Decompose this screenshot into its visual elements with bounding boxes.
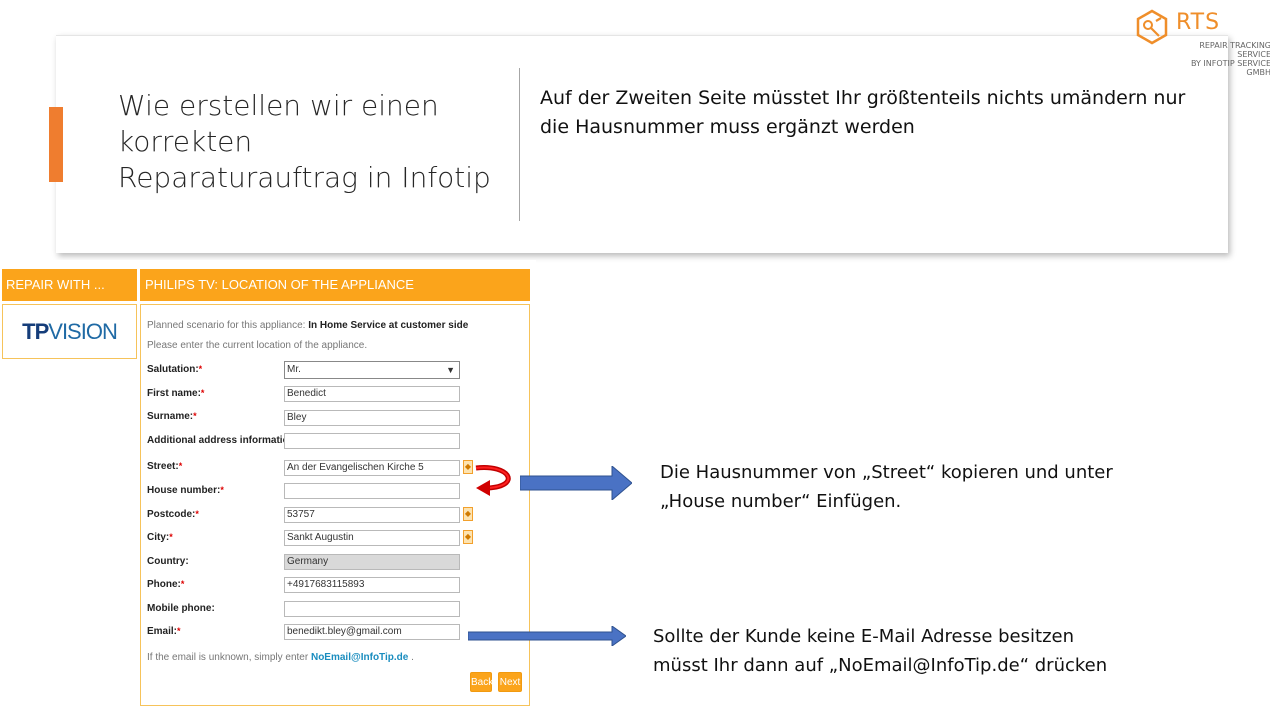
back-button[interactable]: Back <box>470 672 493 692</box>
email-label: Email:* <box>147 626 181 637</box>
surname-label: Surname:* <box>147 411 197 422</box>
title-accent-bar <box>49 107 63 182</box>
mobile-phone-label: Mobile phone: <box>147 603 215 614</box>
street-input[interactable]: An der Evangelischen Kirche 5 <box>284 460 460 476</box>
copy-city-icon[interactable]: ◆ <box>463 530 473 544</box>
annotation-line: Sollte der Kunde keine E-Mail Adresse be… <box>653 626 1074 647</box>
slide-title-line: Wie erstellen wir einen <box>118 89 439 122</box>
slide-body-line: Auf der Zweiten Seite müsstet Ihr größte… <box>540 87 1186 109</box>
house-number-label: House number:* <box>147 485 224 496</box>
slide-title: Wie erstellen wir einen korrekten Repara… <box>118 88 508 196</box>
brand-logo-box: TPVISION <box>2 304 137 359</box>
noemail-link[interactable]: NoEmail@InfoTip.de <box>311 652 408 663</box>
postcode-label: Postcode:* <box>147 509 199 520</box>
copy-postcode-icon[interactable]: ◆ <box>463 507 473 521</box>
slide-body-line: die Hausnummer muss ergänzt werden <box>540 116 915 138</box>
logo-sub-line: BY INFOTIP SERVICE GMBH <box>1190 59 1270 77</box>
additional-info-input[interactable] <box>284 433 460 449</box>
instruction-text: Please enter the current location of the… <box>147 340 368 351</box>
phone-label: Phone:* <box>147 579 185 590</box>
rts-logo-text: RTS <box>1176 10 1221 35</box>
scenario-value: In Home Service at customer side <box>308 320 469 331</box>
email-input[interactable]: benedikt.bley@gmail.com <box>284 624 460 640</box>
logo-sub-line: REPAIR TRACKING SERVICE <box>1199 41 1270 59</box>
house-number-annotation: Die Hausnummer von „Street“ kopieren und… <box>660 458 1113 516</box>
house-number-arrow <box>520 466 632 500</box>
surname-input[interactable]: Bley <box>284 410 460 426</box>
slide-body-text: Auf der Zweiten Seite müsstet Ihr größte… <box>540 84 1220 142</box>
country-label: Country: <box>147 556 189 567</box>
repair-with-header: REPAIR WITH ... <box>2 269 137 301</box>
postcode-input[interactable]: 53757 <box>284 507 460 523</box>
tpvision-logo: TPVISION <box>22 318 118 344</box>
annotation-line: Die Hausnummer von „Street“ kopieren und… <box>660 462 1113 483</box>
first-name-label: First name:* <box>147 388 205 399</box>
annotation-line: müsst Ihr dann auf „NoEmail@InfoTip.de“ … <box>653 655 1108 676</box>
annotation-line: „House number“ Einfügen. <box>660 491 902 512</box>
street-label: Street:* <box>147 461 183 472</box>
email-annotation: Sollte der Kunde keine E-Mail Adresse be… <box>653 622 1107 680</box>
header-divider <box>519 68 520 221</box>
first-name-input[interactable]: Benedict <box>284 386 460 402</box>
slide-title-line: korrekten <box>118 125 253 158</box>
slide-title-line: Reparaturauftrag in Infotip <box>118 161 491 194</box>
location-panel-header: PHILIPS TV: LOCATION OF THE APPLIANCE <box>140 269 530 301</box>
rts-logo-subtitle: REPAIR TRACKING SERVICE BY INFOTIP SERVI… <box>1176 41 1270 77</box>
country-input: Germany <box>284 554 460 570</box>
scenario-text: Planned scenario for this appliance: In … <box>147 320 469 331</box>
mobile-phone-input[interactable] <box>284 601 460 617</box>
unknown-email-note: If the email is unknown, simply enter No… <box>147 652 414 663</box>
salutation-label: Salutation:* <box>147 364 203 375</box>
email-arrow <box>468 626 626 646</box>
city-label: City:* <box>147 532 173 543</box>
chevron-down-icon: ▼ <box>446 365 455 375</box>
next-button[interactable]: Next <box>498 672 522 692</box>
curved-copy-arrow <box>475 465 511 496</box>
salutation-select[interactable]: Mr. ▼ <box>284 361 460 379</box>
rts-logo-icon <box>1136 9 1168 45</box>
additional-info-label: Additional address information <box>147 435 295 446</box>
house-number-input[interactable] <box>284 483 460 499</box>
phone-input[interactable]: +4917683115893 <box>284 577 460 593</box>
city-input[interactable]: Sankt Augustin <box>284 530 460 546</box>
